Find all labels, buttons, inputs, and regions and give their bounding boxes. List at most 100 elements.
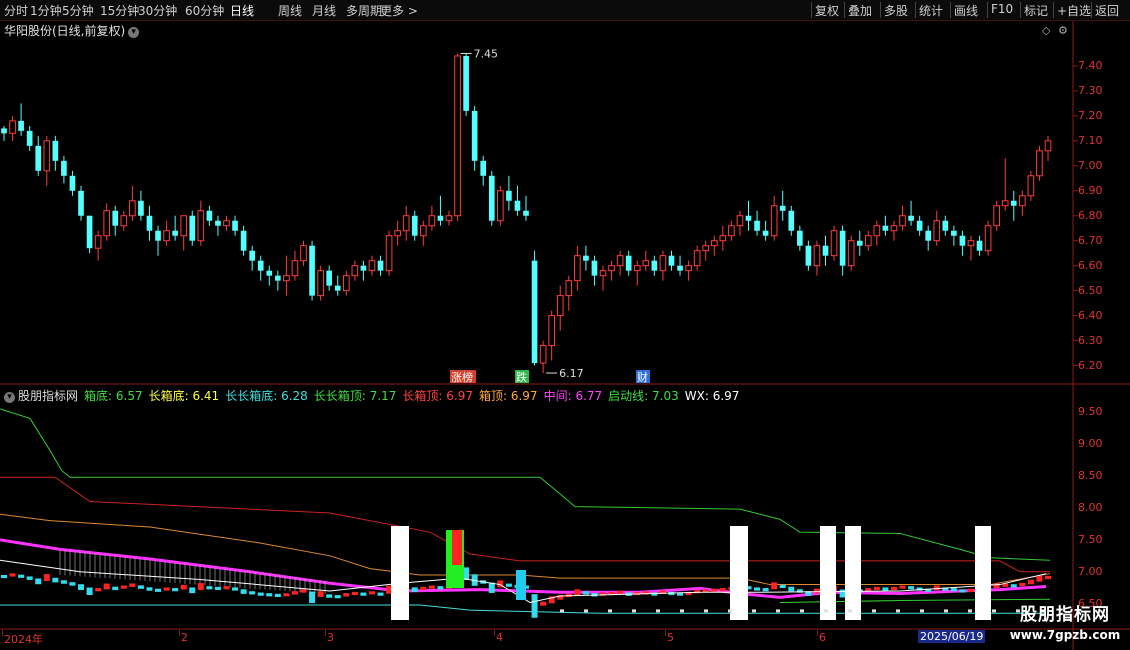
y-tick-label: 6.20 (1078, 358, 1103, 372)
candle-up (565, 280, 573, 297)
dot-marker (824, 609, 828, 613)
candle-up (163, 230, 170, 242)
candle-up (710, 240, 718, 247)
candle-down (411, 215, 418, 236)
indicator-bar (18, 574, 25, 578)
candle-up (993, 205, 1000, 227)
candle-up (1001, 200, 1009, 207)
candle-up (1044, 140, 1052, 152)
indicator-y-tick-label: 9.00 (1078, 437, 1103, 450)
candle-down (437, 215, 444, 221)
x-axis-label: 6 (819, 631, 826, 644)
candle-down (266, 270, 273, 276)
high-price-label: 7.45 (474, 47, 499, 60)
x-tick (2, 630, 3, 636)
dot-marker (800, 609, 804, 613)
candle-up (94, 235, 102, 249)
indicator-bar (266, 593, 273, 597)
candle-up (283, 275, 290, 282)
indicator-y-tick-label: 9.50 (1078, 405, 1103, 419)
indicator-bar (214, 586, 221, 590)
candle-up (608, 265, 615, 272)
candle-up (539, 345, 547, 364)
indicator-number: 6.97 (708, 389, 740, 403)
candle-down (18, 120, 24, 131)
signal-bar-white (845, 526, 861, 620)
dot-marker (872, 609, 876, 613)
candle-down (805, 245, 812, 266)
candle-up (129, 200, 136, 217)
indicator-y-tick-label: 8.50 (1078, 468, 1103, 482)
indicator-bar (1027, 579, 1034, 585)
indicator-bar (172, 588, 179, 592)
indicator-value-6: 中间: 6.77 (544, 389, 603, 403)
indicator-bar (360, 592, 367, 596)
candle-down (677, 265, 683, 271)
indicator-title-bar: ▾ 股朋指标网 箱底: 6.57 长箱底: 6.41 长长箱底: 6.28 长长箱顶: 7… (4, 387, 745, 404)
indicator-bar (890, 586, 897, 590)
candle-down (779, 205, 786, 211)
indicator-bar (223, 586, 230, 590)
candle-down (35, 145, 42, 171)
indicator-bar (206, 586, 213, 590)
candle-up (890, 225, 898, 232)
candle-down (480, 160, 487, 176)
indicator-bar (754, 587, 761, 591)
dot-marker (632, 609, 636, 613)
indicator-name[interactable]: 股朋指标网 (18, 389, 78, 403)
candle-up (342, 275, 350, 292)
candle-down (959, 235, 966, 246)
indicator-label: 启动线: (608, 389, 649, 403)
event-marker-2: 财 (637, 370, 648, 384)
candle-up (419, 225, 427, 237)
candle-down (745, 215, 752, 221)
indicator-bar (531, 594, 538, 618)
event-marker-1: 跌 (516, 370, 527, 384)
candle-up (728, 225, 735, 237)
candle-down (377, 260, 384, 271)
indicator-number: 6.77 (571, 389, 603, 403)
indicator-bar (232, 587, 239, 591)
indicator-bar (112, 586, 119, 591)
candle-up (548, 315, 555, 347)
indicator-bar (505, 583, 512, 587)
x-tick (665, 630, 666, 636)
indicator-number: 6.28 (277, 389, 308, 403)
indicator-bar (882, 587, 889, 591)
candle-up (497, 190, 504, 222)
indicator-bar (1019, 582, 1026, 587)
current-date-label: 2025/06/19 (918, 630, 986, 643)
candle-up (599, 270, 607, 277)
indicator-bar (719, 588, 726, 592)
candle-down (232, 220, 238, 231)
indicator-bar (967, 588, 974, 592)
candle-down (52, 140, 59, 161)
indicator-bar (839, 589, 846, 598)
candle-up (351, 265, 359, 277)
candle-down (488, 175, 495, 221)
dot-marker (560, 609, 564, 613)
candle-down (797, 230, 803, 246)
y-tick-label: 6.70 (1078, 233, 1103, 247)
x-axis-label: 2024年 (4, 633, 43, 646)
candle-down (463, 55, 469, 111)
indicator-bar (1045, 575, 1051, 580)
indicator-value-5: 箱顶: 6.97 (479, 389, 538, 403)
indicator-number: 7.17 (365, 389, 397, 403)
candle-up (428, 215, 436, 227)
indicator-menu-icon[interactable]: ▾ (4, 392, 15, 403)
candle-up (445, 215, 453, 222)
candle-up (770, 205, 778, 237)
indicator-bar (899, 585, 906, 589)
indicator-bar (300, 589, 307, 593)
indicator-bar (779, 584, 786, 589)
indicator-bar (377, 592, 384, 596)
candle-up (933, 220, 941, 242)
candle-down (26, 130, 33, 146)
indicator-bar (317, 591, 324, 598)
candle-down (257, 260, 264, 271)
indicator-label: 长长箱底: (225, 389, 278, 403)
indicator-y-tick-label: 8.00 (1078, 500, 1103, 514)
watermark: 股朋指标网 www.7gpzb.com (1002, 604, 1128, 648)
indicator-bar (103, 583, 110, 590)
